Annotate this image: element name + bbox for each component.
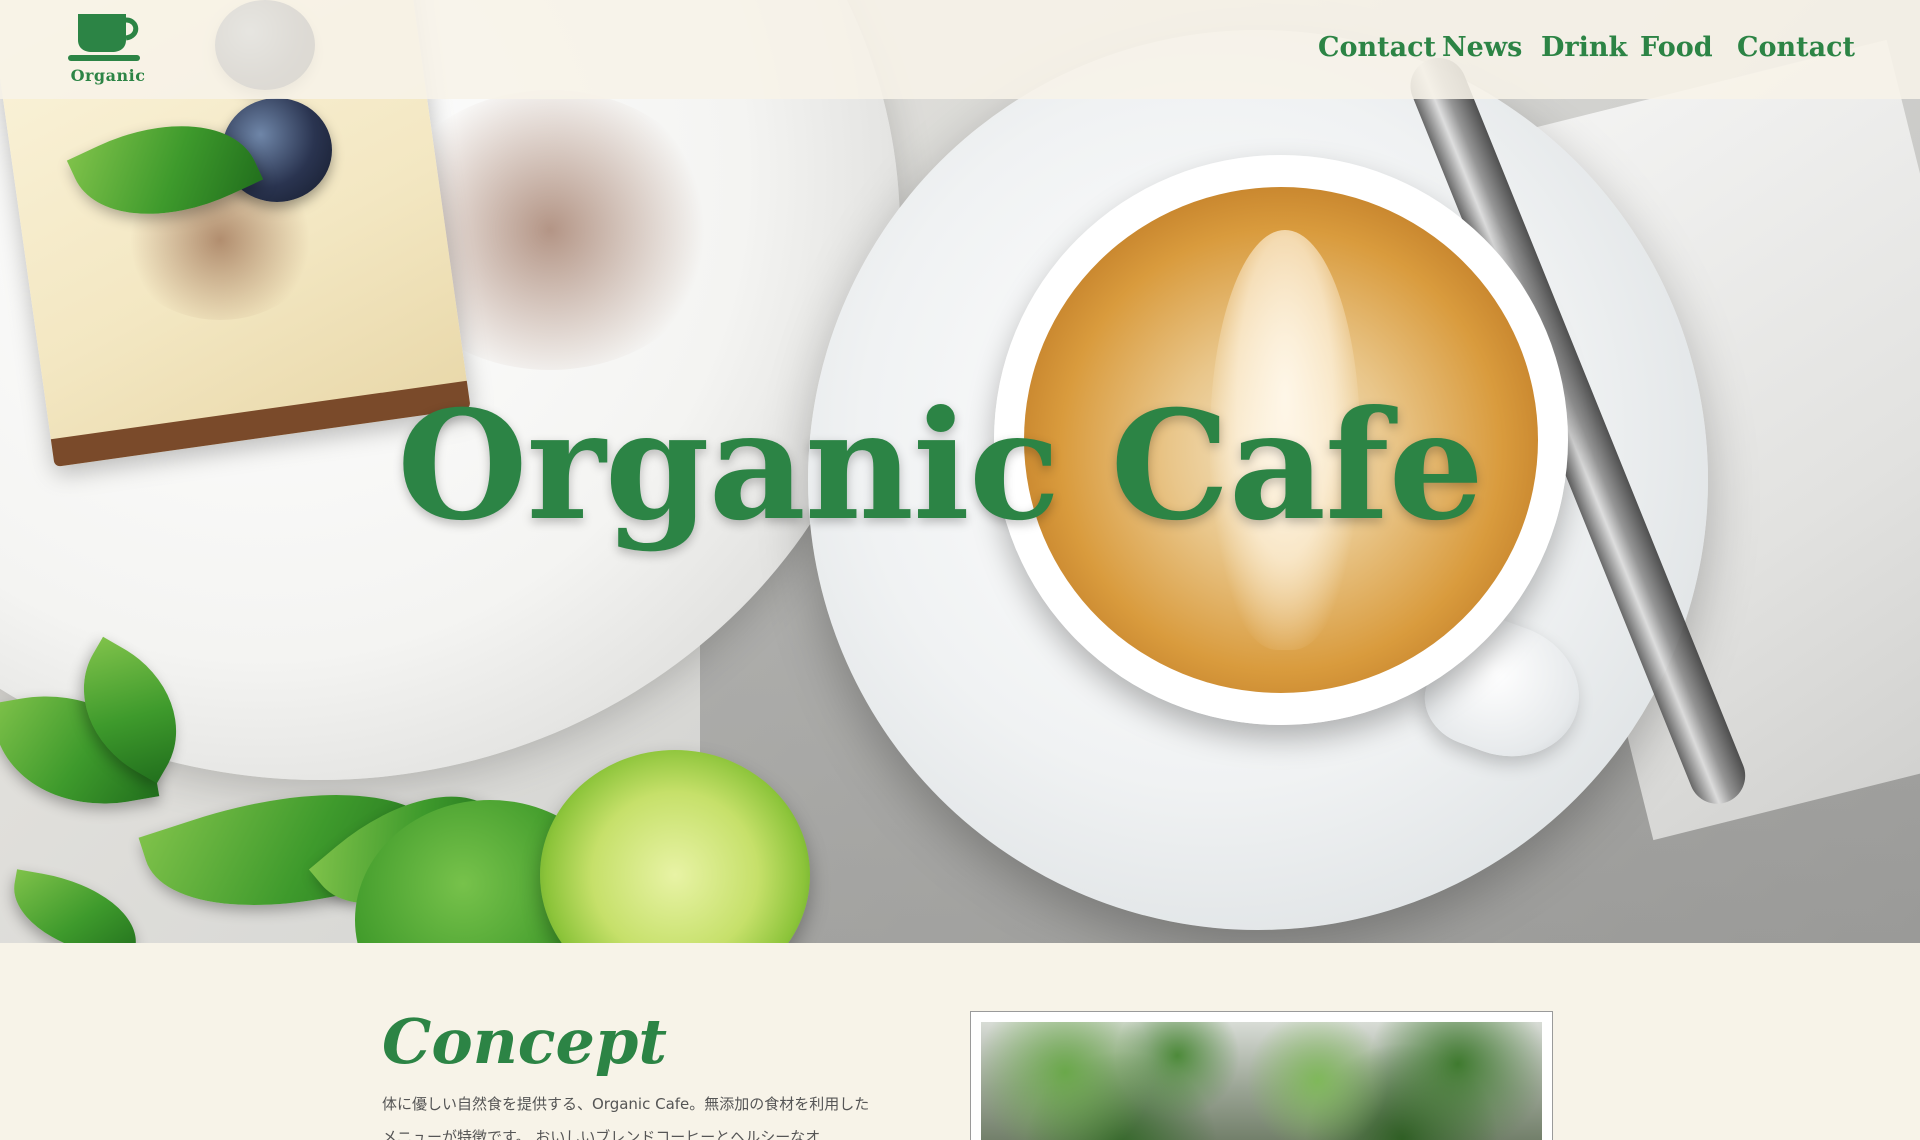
cafe-interior-photo bbox=[981, 1022, 1542, 1140]
concept-photo-frame bbox=[970, 1011, 1553, 1140]
nav-drink[interactable]: Drink bbox=[1541, 32, 1627, 63]
main-nav: Contact News Drink Food Contact bbox=[0, 32, 1920, 72]
concept-heading: Concept bbox=[382, 1005, 667, 1078]
concept-text: 体に優しい自然食を提供する、Organic Cafe。無添加の食材を利用したメニ… bbox=[382, 1095, 870, 1140]
nav-contact-2[interactable]: Contact bbox=[1737, 32, 1855, 63]
nav-news[interactable]: News bbox=[1442, 32, 1522, 63]
nav-food[interactable]: Food bbox=[1640, 32, 1713, 63]
concept-section: Concept 体に優しい自然食を提供する、Organic Cafe。無添加の食… bbox=[0, 943, 1920, 1140]
page: Organic Contact News Drink Food Contact … bbox=[0, 0, 1920, 1140]
nav-contact[interactable]: Contact bbox=[1318, 32, 1436, 63]
hero-title: Organic Cafe bbox=[397, 378, 1484, 554]
mint-leaf bbox=[4, 869, 146, 943]
header: Organic Contact News Drink Food Contact bbox=[0, 0, 1920, 99]
